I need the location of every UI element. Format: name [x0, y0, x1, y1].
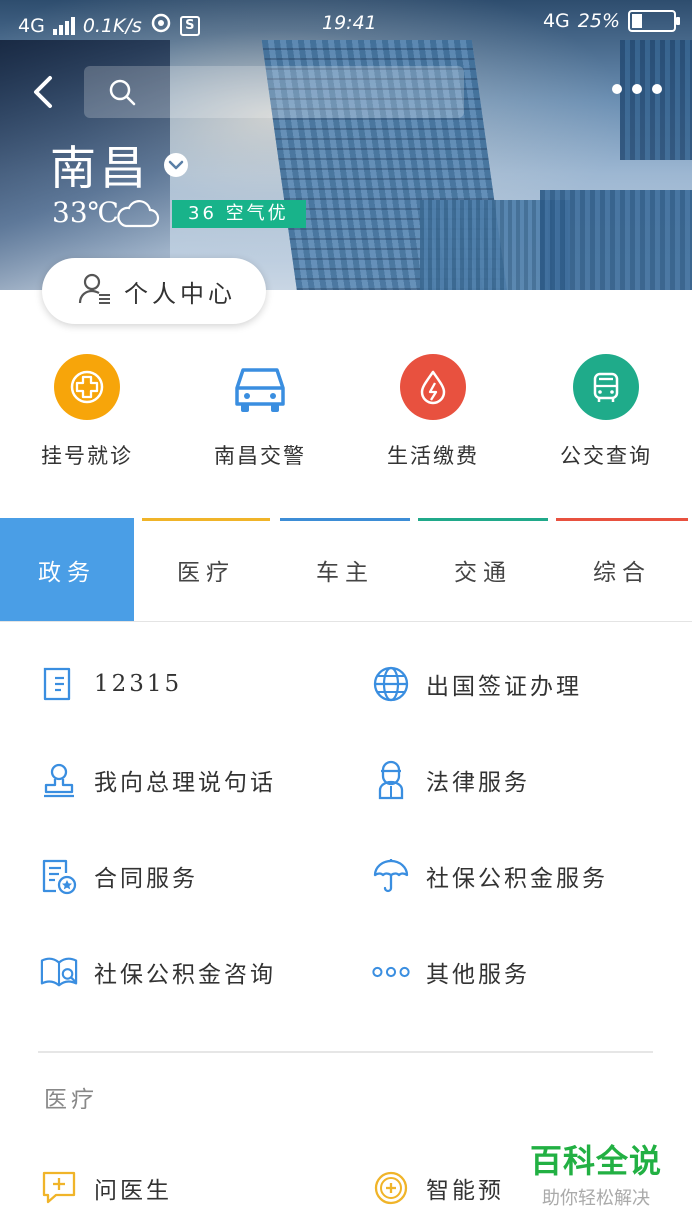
personal-center-label: 个人中心 — [124, 279, 236, 308]
status-bar: 4G 0.1K/s S 19:41 4G 25% — [0, 0, 692, 46]
service-label: 法律服务 — [426, 770, 530, 796]
globe-icon — [372, 665, 410, 703]
city-dropdown-button[interactable] — [164, 153, 188, 177]
sync-icon — [150, 12, 172, 39]
user-icon — [78, 271, 112, 311]
service-label: 智能预 — [426, 1178, 504, 1204]
judge-icon — [372, 760, 410, 800]
search-input[interactable] — [144, 76, 444, 108]
bus-icon — [573, 354, 639, 420]
book-search-icon — [40, 953, 78, 991]
cloud-icon — [116, 198, 160, 234]
more-dots-icon — [372, 953, 410, 991]
tab-accent-line — [280, 518, 410, 521]
quick-service-label: 生活缴费 — [387, 444, 479, 468]
service-item-legal[interactable]: 法律服务 — [372, 750, 530, 810]
quick-service-label: 公交查询 — [560, 444, 652, 468]
back-button[interactable] — [26, 72, 62, 112]
search-bar[interactable] — [84, 66, 464, 118]
service-label: 12315 — [94, 671, 183, 697]
tab-accent-line — [142, 518, 270, 521]
tab-label: 交通 — [454, 559, 512, 586]
document-icon — [40, 665, 78, 703]
tab-accent-line — [418, 518, 548, 521]
quick-services: 挂号就诊 南昌交警 生活缴费 公交查询 — [0, 350, 692, 480]
section-divider — [38, 1051, 653, 1053]
bill-payment-icon — [400, 354, 466, 420]
quick-service-registration[interactable]: 挂号就诊 — [17, 350, 157, 470]
watermark-logo: 百科全说 助你轻松解决 — [516, 1136, 676, 1210]
service-label: 社保公积金咨询 — [94, 962, 276, 988]
back-arrow-icon — [34, 76, 52, 108]
umbrella-icon — [372, 857, 410, 895]
personal-center-button[interactable]: 个人中心 — [42, 258, 266, 324]
quick-service-label: 挂号就诊 — [41, 444, 133, 468]
tab-general[interactable]: 综合 — [552, 518, 692, 621]
network-speed: 0.1K/s — [82, 14, 142, 37]
service-item-visa[interactable]: 出国签证办理 — [372, 654, 582, 714]
service-label: 问医生 — [94, 1178, 172, 1204]
quick-service-traffic-police[interactable]: 南昌交警 — [190, 350, 330, 470]
service-label: 出国签证办理 — [426, 674, 582, 700]
watermark-title: 百科全说 — [529, 1142, 662, 1180]
service-item-ask-doctor[interactable]: 问医生 — [40, 1158, 172, 1218]
stamp-icon — [40, 761, 78, 799]
smart-plus-icon — [372, 1169, 410, 1207]
banner-building — [620, 40, 692, 160]
service-item-contract[interactable]: 合同服务 — [40, 846, 198, 906]
medical-cross-icon — [54, 354, 120, 420]
more-options-button[interactable] — [612, 84, 662, 94]
dot-icon — [652, 84, 662, 94]
service-item-other[interactable]: 其他服务 — [372, 942, 530, 1002]
service-label: 其他服务 — [426, 962, 530, 988]
tab-government[interactable]: 政务 — [0, 518, 134, 621]
service-item-12315[interactable]: 12315 — [40, 654, 182, 714]
service-item-social-security-consult[interactable]: 社保公积金咨询 — [40, 942, 276, 1002]
service-label: 社保公积金服务 — [426, 866, 608, 892]
city-name[interactable]: 南昌 — [50, 132, 150, 198]
banner-building — [540, 190, 692, 290]
chevron-down-icon — [168, 160, 184, 170]
quick-service-bus-query[interactable]: 公交查询 — [536, 350, 676, 470]
tab-car-owner[interactable]: 车主 — [276, 518, 414, 621]
tab-label: 医疗 — [177, 559, 235, 586]
service-label: 我向总理说句话 — [94, 770, 276, 796]
chat-plus-icon — [40, 1169, 78, 1207]
service-item-smart-appointment[interactable]: 智能预 — [372, 1158, 504, 1218]
network-type-right: 4G — [542, 10, 570, 32]
tab-medical[interactable]: 医疗 — [138, 518, 274, 621]
clock: 19:41 — [322, 12, 377, 34]
service-label: 合同服务 — [94, 866, 198, 892]
battery-icon — [628, 10, 680, 32]
temperature: 33℃ — [52, 196, 119, 229]
network-type: 4G — [18, 14, 45, 37]
service-item-premier-message[interactable]: 我向总理说句话 — [40, 750, 276, 810]
category-tabs: 政务 医疗 车主 交通 综合 — [0, 518, 692, 622]
search-icon — [108, 78, 136, 110]
tab-label: 综合 — [593, 559, 651, 586]
watermark-subtitle: 助你轻松解决 — [542, 1188, 650, 1209]
dot-icon — [632, 84, 642, 94]
tab-label: 车主 — [316, 559, 374, 586]
quick-service-label: 南昌交警 — [214, 444, 306, 468]
battery-percent: 25% — [577, 10, 620, 32]
signal-icon — [52, 16, 75, 35]
tab-accent-line — [556, 518, 688, 521]
dot-icon — [612, 84, 622, 94]
tab-transport[interactable]: 交通 — [414, 518, 552, 621]
s-app-icon: S — [179, 15, 200, 36]
air-quality-badge: 36 空气优 — [172, 200, 306, 228]
quick-service-bill-payment[interactable]: 生活缴费 — [363, 350, 503, 470]
contract-icon — [40, 857, 78, 895]
car-icon — [227, 354, 293, 420]
tab-label: 政务 — [38, 559, 96, 586]
section-title-medical: 医疗 — [44, 1087, 98, 1113]
service-item-social-security[interactable]: 社保公积金服务 — [372, 846, 608, 906]
